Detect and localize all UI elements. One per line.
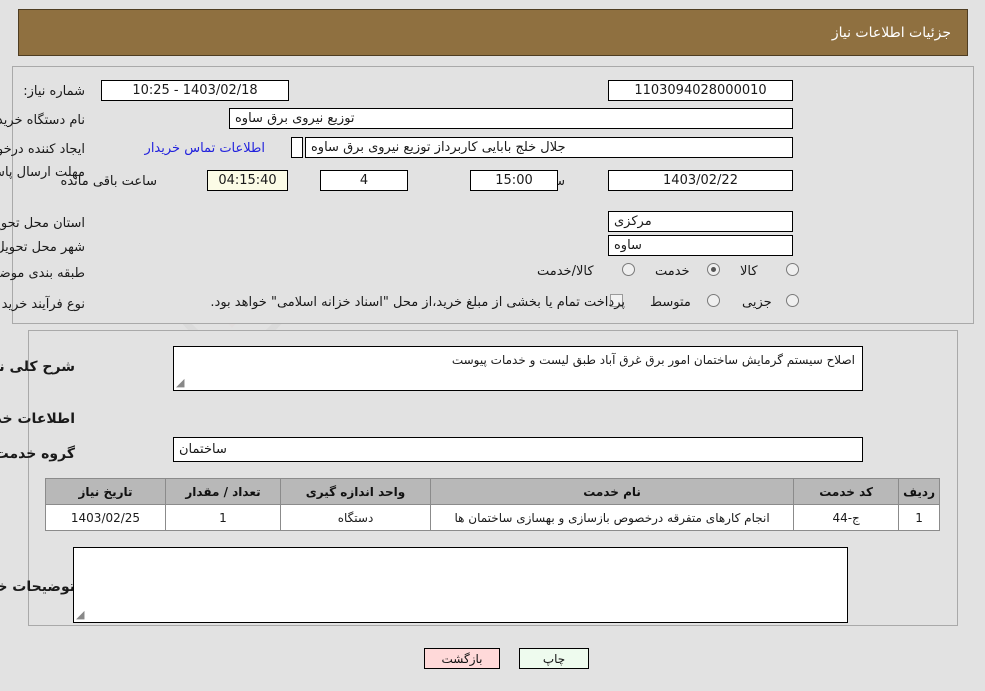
cell-code: ج-44 [793,504,900,531]
purchase-type-label: نوع فرآیند خرید : [0,297,85,312]
countdown-field: 04:15:40 [207,170,288,191]
general-desc-label: شرح کلی نیاز: [0,359,75,375]
cell-radif: 1 [898,504,940,531]
cell-name: انجام کارهای متفرقه درخصوص بازسازی و بهس… [429,504,795,531]
requester-field[interactable]: جلال خلج بابایی کاربرداز توزیع نیروی برق… [305,137,793,158]
col-unit: واحد اندازه گیری [280,478,431,505]
radio-category-khedmat-label: خدمت [655,264,690,279]
category-label: طبقه بندی موضوعی: [0,266,85,281]
general-desc-textarea[interactable]: اصلاح سیستم گرمایش ساختمان امور برق غرق … [173,346,863,391]
radio-category-kala-khedmat[interactable] [622,263,635,276]
back-button[interactable]: بازگشت [424,648,500,669]
cell-qty: 1 [165,504,281,531]
buyer-org-field[interactable]: توزیع نیروی برق ساوه [229,108,793,129]
radio-purchase-jozei-label: جزیی [742,295,772,310]
deadline-date-field[interactable]: 1403/02/22 [608,170,793,191]
requester-extra-field [291,137,303,158]
buyer-notes-label: توضیحات خریدار: [0,579,75,595]
table-header-row: ردیف کد خدمت نام خدمت واحد اندازه گیری ت… [45,478,940,505]
remaining-suffix-label: ساعت باقی مانده [60,174,157,189]
service-group-field[interactable]: ساختمان [173,437,863,462]
islamic-treasury-label: پرداخت تمام یا بخشی از مبلغ خرید،از محل … [210,295,625,310]
buyer-contact-link[interactable]: اطلاعات تماس خریدار [145,141,265,156]
radio-purchase-motevaset[interactable] [707,294,720,307]
need-number-field[interactable]: 1103094028000010 [608,80,793,101]
requester-label: ایجاد کننده درخواست: [0,142,85,157]
cell-date: 1403/02/25 [45,504,166,531]
services-info-heading: اطلاعات خدمات مورد نیاز [0,411,75,427]
announce-datetime-field[interactable]: 1403/02/18 - 10:25 [101,80,289,101]
col-name: نام خدمت [429,478,795,505]
page-root: AriaTender.net جزئیات اطلاعات نیاز شماره… [0,0,985,691]
radio-category-kala-khedmat-label: کالا/خدمت [537,264,594,279]
buyer-org-label: نام دستگاه خریدار: [0,113,85,128]
cell-unit: دستگاه [280,504,431,531]
service-group-label: گروه خدمت: [0,446,75,462]
days-remaining-field: 4 [320,170,408,191]
city-label: شهر محل تحویل: [0,240,85,255]
city-field[interactable]: ساوه [608,235,793,256]
col-qty: تعداد / مقدار [165,478,281,505]
buyer-notes-textarea[interactable]: ◣ [73,547,848,623]
page-title: جزئیات اطلاعات نیاز [831,24,951,41]
province-label: استان محل تحویل: [0,216,85,231]
general-desc-text: اصلاح سیستم گرمایش ساختمان امور برق غرق … [451,353,855,367]
page-header: جزئیات اطلاعات نیاز [18,9,968,56]
radio-category-kala[interactable] [786,263,799,276]
radio-purchase-jozei[interactable] [786,294,799,307]
deadline-hour-field[interactable]: 15:00 [470,170,558,191]
col-radif: ردیف [898,478,940,505]
resize-grip-icon-2[interactable]: ◣ [76,608,88,621]
col-date: تاریخ نیاز [45,478,166,505]
col-code: کد خدمت [793,478,900,505]
services-table: ردیف کد خدمت نام خدمت واحد اندازه گیری ت… [45,478,940,531]
need-summary-panel [12,66,974,324]
province-field[interactable]: مرکزی [608,211,793,232]
table-row: 1 ج-44 انجام کارهای متفرقه درخصوص بازساز… [45,504,940,531]
need-number-label: شماره نیاز: [23,84,85,99]
radio-category-khedmat[interactable] [707,263,720,276]
radio-category-kala-label: کالا [740,264,758,279]
resize-grip-icon[interactable]: ◣ [176,376,188,389]
radio-purchase-motevaset-label: متوسط [650,295,691,310]
print-button[interactable]: چاپ [519,648,589,669]
